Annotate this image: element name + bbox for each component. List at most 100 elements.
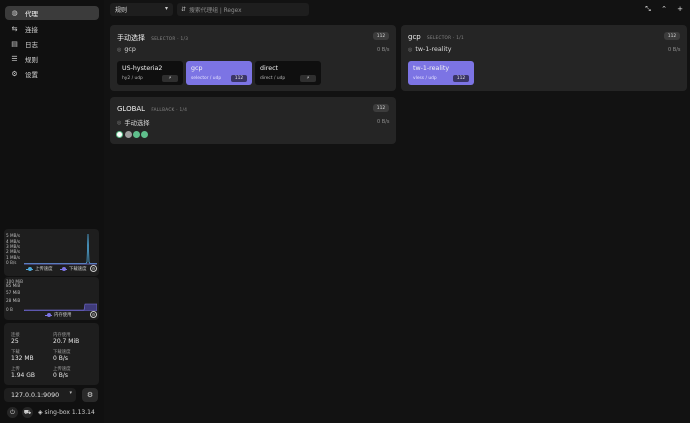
node-dot-selected[interactable] — [116, 131, 123, 138]
legend-label: 上传速度 — [35, 267, 53, 272]
proxy-node-selected[interactable]: tw-1-reality vless / udp 112 — [408, 61, 474, 85]
latency-badge[interactable]: 112 — [231, 75, 247, 82]
sidebar-item-connections[interactable]: ⇆ 连接 — [5, 22, 99, 36]
collapse-arrows-icon[interactable]: ⤡ — [642, 3, 654, 15]
backend-address: 127.0.0.1:9090 — [11, 391, 60, 399]
stat-value: 0 B/s — [53, 355, 68, 362]
node-dot[interactable] — [141, 131, 148, 138]
power-icon[interactable]: ⏻ — [7, 407, 18, 418]
chevron-up-icon[interactable]: ⌃ — [658, 3, 670, 15]
group-type: SELECTOR · 1/3 — [151, 36, 189, 41]
legend-memory: 内存使用 — [45, 312, 72, 318]
latency-test-icon[interactable]: ⚡ — [300, 75, 316, 82]
proxy-node-selected[interactable]: gcp selector / udp 112 — [186, 61, 252, 85]
memory-series-area — [24, 303, 97, 311]
version-label: ◈ sing-box 1.13.14 — [38, 409, 95, 416]
node-dot[interactable] — [133, 131, 140, 138]
y-tick-label: 85 MiB — [6, 283, 21, 288]
legend-download: 下载速度 — [60, 266, 87, 272]
backend-settings-button[interactable]: ⚙ — [82, 388, 98, 402]
filter-icon: ⇵ — [181, 6, 187, 13]
target-icon: ◎ — [117, 119, 122, 126]
car-icon[interactable]: ⛟ — [22, 407, 33, 418]
latency-badge: 112 — [373, 32, 389, 40]
legend-swatch — [60, 267, 67, 271]
selected-name: tw-1-reality — [415, 46, 452, 53]
proxy-group-gcp[interactable]: gcp SELECTOR · 1/1 112 ◎ tw-1-reality 0 … — [401, 25, 687, 91]
version-text: sing-box 1.13.14 — [44, 409, 95, 416]
node-name: tw-1-reality — [413, 65, 450, 72]
group-title: 手动选择 SELECTOR · 1/3 — [117, 33, 188, 43]
y-tick-label: 57 MiB — [6, 290, 21, 295]
group-speed: 0 B/s — [377, 119, 390, 125]
gear-icon: ⚙ — [86, 391, 94, 399]
target-icon: ◎ — [117, 46, 122, 53]
group-speed: 0 B/s — [377, 47, 390, 53]
target-icon: ◎ — [408, 46, 413, 53]
mode-label: 规则 — [115, 7, 128, 14]
stats-panel: 连接 25 内存使用 20.7 MiB 下载 132 MB 下载速度 0 B/s… — [4, 323, 99, 385]
sidebar-item-label: 设置 — [25, 71, 38, 79]
sidebar-item-proxies[interactable]: ◍ 代理 — [5, 6, 99, 20]
node-dot[interactable] — [125, 131, 132, 138]
sidebar-item-label: 规则 — [25, 56, 38, 64]
y-tick-label: 0 B/s — [6, 260, 17, 265]
latency-test-icon[interactable]: ⚡ — [162, 75, 178, 82]
node-type: direct / udp — [260, 76, 286, 81]
selected-name: gcp — [124, 46, 136, 53]
settings-icon[interactable]: ⚙ — [90, 265, 97, 272]
proxy-group-global[interactable]: GLOBAL FALLBACK · 1/4 112 ◎ 手动选择 0 B/s — [110, 97, 396, 144]
node-name: direct — [260, 65, 279, 72]
group-selected: ◎ tw-1-reality — [408, 46, 451, 53]
sidebar-item-label: 日志 — [25, 41, 38, 49]
document-icon: ▤ — [11, 40, 18, 48]
caret-down-icon: ▾ — [69, 390, 72, 396]
plus-icon[interactable]: + — [674, 3, 686, 15]
stat-value: 20.7 MiB — [53, 338, 80, 345]
legend-swatch — [45, 313, 52, 317]
stat-value: 0 B/s — [53, 372, 68, 379]
latency-badge: 112 — [664, 32, 680, 40]
legend-swatch — [26, 267, 33, 271]
node-name: US-hysteria2 — [122, 65, 163, 72]
group-type: FALLBACK · 1/4 — [151, 107, 188, 112]
group-name: 手动选择 — [117, 34, 145, 42]
search-placeholder: 搜索代理组 | Regex — [189, 8, 242, 14]
rules-icon: ☰ — [11, 55, 18, 63]
group-title: GLOBAL FALLBACK · 1/4 — [117, 105, 187, 113]
stat-value: 132 MB — [11, 355, 34, 362]
group-name: gcp — [408, 33, 421, 41]
selected-name: 手动选择 — [124, 120, 150, 127]
traffic-plot — [24, 233, 97, 265]
caret-down-icon: ▾ — [164, 5, 168, 12]
sidebar-item-logs[interactable]: ▤ 日志 — [5, 37, 99, 51]
stat-value: 1.94 GB — [11, 372, 36, 379]
sidebar-item-label: 代理 — [25, 10, 38, 18]
mode-select[interactable]: 规则 ▾ — [110, 3, 173, 16]
legend-upload: 上传速度 — [26, 266, 53, 272]
settings-icon[interactable]: ⚙ — [90, 311, 97, 318]
node-type: vless / udp — [413, 76, 437, 81]
group-speed: 0 B/s — [668, 47, 681, 53]
link-icon: ⇆ — [11, 25, 18, 33]
proxy-node[interactable]: US-hysteria2 hy2 / udp ⚡ — [117, 61, 183, 85]
group-selected: ◎ 手动选择 — [117, 118, 150, 128]
sidebar-item-rules[interactable]: ☰ 规则 — [5, 52, 99, 66]
node-type: hy2 / udp — [122, 76, 143, 81]
backend-select[interactable]: 127.0.0.1:9090 ▾ — [4, 388, 76, 402]
y-tick-label: 5 MB/s — [6, 233, 21, 238]
group-type: SELECTOR · 1/1 — [426, 35, 464, 40]
globe-icon: ◍ — [11, 9, 18, 17]
group-selected: ◎ gcp — [117, 46, 136, 53]
proxy-group-manual[interactable]: 手动选择 SELECTOR · 1/3 112 ◎ gcp 0 B/s US-h… — [110, 25, 396, 91]
legend-label: 下载速度 — [69, 267, 87, 272]
group-name: GLOBAL — [117, 105, 146, 113]
y-tick-label: 0 B — [6, 307, 13, 312]
legend-label: 内存使用 — [54, 313, 72, 318]
stat-value: 25 — [11, 338, 19, 345]
search-input[interactable]: ⇵ 搜索代理组 | Regex — [177, 3, 309, 16]
proxy-node[interactable]: direct direct / udp ⚡ — [255, 61, 321, 85]
latency-badge[interactable]: 112 — [453, 75, 469, 82]
sidebar-item-settings[interactable]: ⚙ 设置 — [5, 67, 99, 81]
traffic-chart: 5 MB/s 4 MB/s 3 MB/s 2 MB/s 1 MB/s 0 B/s… — [4, 229, 99, 276]
